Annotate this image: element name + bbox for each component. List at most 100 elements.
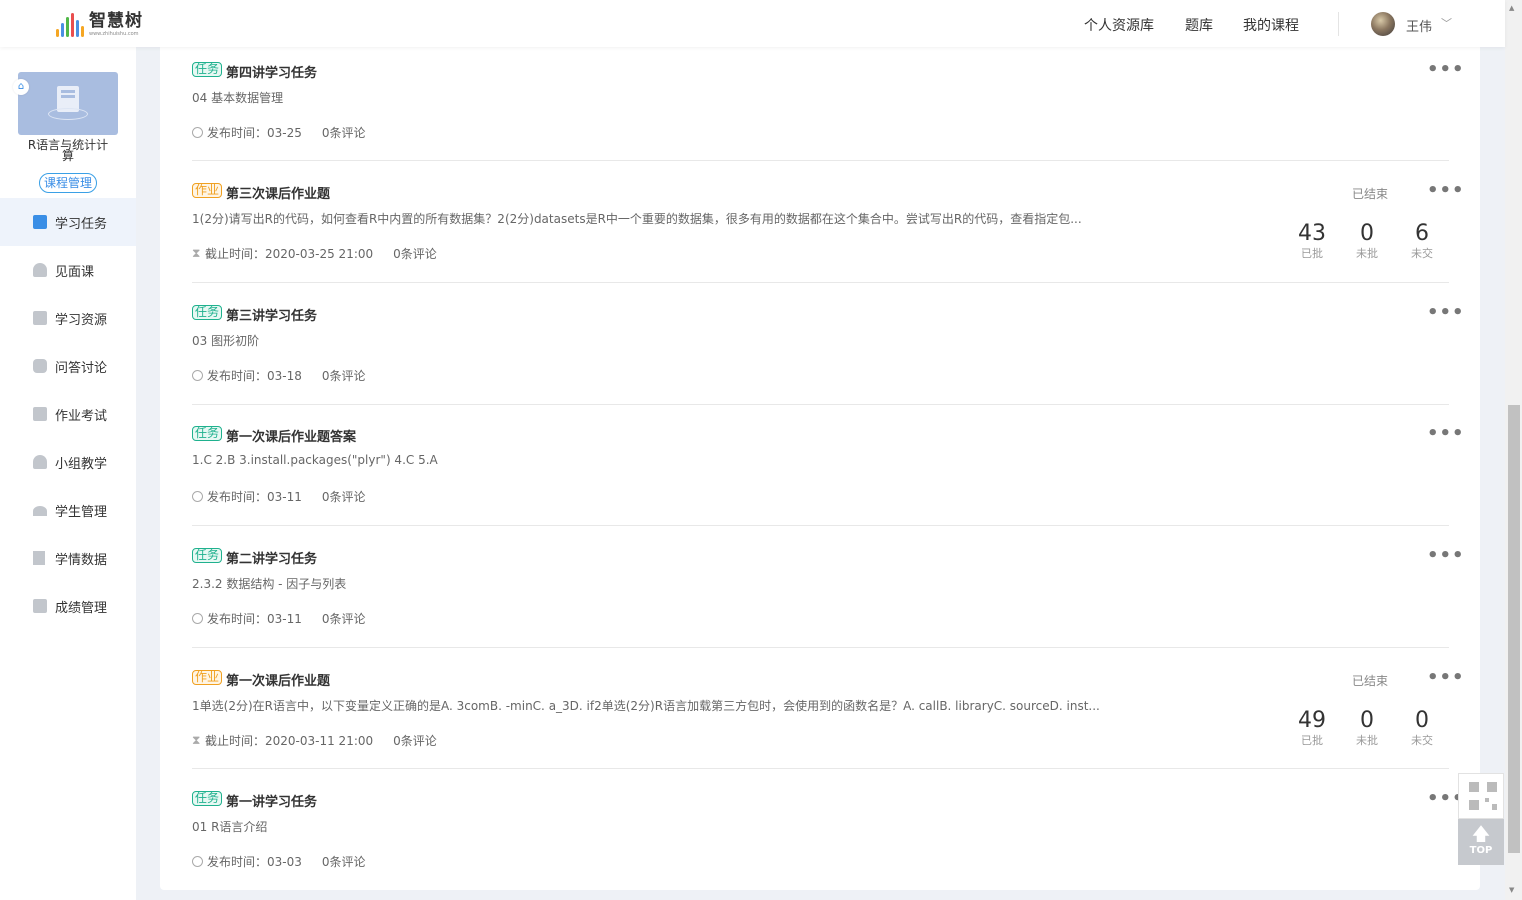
home-icon[interactable]: ⌂ [13,79,29,95]
sidebar-item-group-teaching[interactable]: 小组教学 [0,438,136,486]
sidebar-item-label: 问答讨论 [55,360,108,376]
stat-number: 6 [1415,221,1429,246]
stat-number: 49 [1298,708,1326,733]
divider [192,768,1449,769]
item-description: 04 基本数据管理 [192,91,284,105]
deadline-time: 截止时间：2020-03-25 21:00 [205,247,374,261]
nav-personal-resources[interactable]: 个人资源库 [1084,15,1154,35]
divider [192,647,1449,648]
scroll-down-arrow-icon[interactable]: ▼ [1509,886,1514,894]
back-to-top-button[interactable]: 🡅 TOP [1458,819,1504,865]
task-tag: 任务 [192,791,223,806]
sidebar-item-label: 学习任务 [55,216,108,232]
logo-url: www.zhihuishu.com [89,31,139,37]
item-title[interactable]: 第三讲学习任务 [226,305,317,324]
more-options-icon[interactable]: ••• [1427,545,1465,566]
stat-graded[interactable]: 43 已批 [1292,221,1332,261]
item-title[interactable]: 第四讲学习任务 [226,62,317,81]
sidebar-item-learning-tasks[interactable]: 学习任务 [0,198,136,246]
zhihuishu-logo[interactable]: 智慧树 www.zhihuishu.com [56,11,143,37]
divider [192,404,1449,405]
item-description: 03 图形初阶 [192,334,260,348]
sidebar-item-qa[interactable]: 问答讨论 [0,342,136,390]
sidebar-item-learning-data[interactable]: 学情数据 [0,534,136,582]
comments-count[interactable]: 0条评论 [322,853,366,870]
stat-unsubmitted[interactable]: 6 未交 [1402,221,1442,261]
user-name[interactable]: 王伟 [1406,16,1432,35]
item-title[interactable]: 第二讲学习任务 [226,548,317,567]
user-avatar[interactable] [1371,12,1395,36]
item-description: 1.C 2.B 3.install.packages("plyr") 4.C 5… [192,453,438,467]
sidebar-item-student-management[interactable]: 学生管理 [0,486,136,534]
hourglass-icon: ⧗ [192,246,201,260]
comments-count[interactable]: 0条评论 [322,124,366,141]
status-badge: 已结束 [1352,674,1389,688]
qr-code-icon [1469,782,1497,810]
sidebar-item-grade-management[interactable]: 成绩管理 [0,582,136,630]
comments-count[interactable]: 0条评论 [393,245,437,262]
item-title[interactable]: 第一讲学习任务 [226,791,317,810]
stat-ungraded[interactable]: 0 未批 [1347,708,1387,748]
arrow-up-icon: 🡅 [1471,824,1491,845]
stat-number: 0 [1360,221,1374,246]
top-header: 智慧树 www.zhihuishu.com 个人资源库 题库 我的课程 王伟 ﹀ [0,0,1505,47]
graduation-cap-icon [33,506,47,516]
sidebar-item-label: 小组教学 [55,456,108,472]
qr-code-button[interactable] [1458,773,1504,819]
sidebar-item-label: 学习资源 [55,312,108,328]
scroll-up-arrow-icon[interactable]: ▲ [1509,4,1514,12]
chevron-down-icon[interactable]: ﹀ [1441,15,1452,31]
divider [192,282,1449,283]
item-title[interactable]: 第一次课后作业题 [226,670,330,689]
stat-ungraded[interactable]: 0 未批 [1347,221,1387,261]
item-description: 1(2分)请写出R的代码，如何查看R中内置的所有数据集？2(2分)dataset… [192,212,1082,226]
comments-count[interactable]: 0条评论 [322,488,366,505]
clock-icon [192,613,203,624]
sidebar-item-label: 见面课 [55,264,95,280]
item-title[interactable]: 第一次课后作业题答案 [226,426,356,445]
publish-time: 发布时间：03-18 [207,369,302,383]
course-cover[interactable] [18,72,118,135]
stat-label: 未批 [1356,247,1378,260]
clock-icon [192,491,203,502]
deadline-time: 截止时间：2020-03-11 21:00 [205,734,374,748]
question-icon [33,359,47,373]
item-title[interactable]: 第三次课后作业题 [226,183,330,202]
logo-bars-icon [56,13,84,37]
publish-time: 发布时间：03-03 [207,855,302,869]
top-label: TOP [1469,845,1493,856]
comments-count[interactable]: 0条评论 [393,732,437,749]
task-tag: 任务 [192,305,223,320]
task-list-panel: 任务 第四讲学习任务 ••• 04 基本数据管理 发布时间：03-25 0条评论… [160,40,1480,890]
more-options-icon[interactable]: ••• [1427,667,1465,688]
sidebar-item-resources[interactable]: 学习资源 [0,294,136,342]
stat-graded[interactable]: 49 已批 [1292,708,1332,748]
divider [192,160,1449,161]
sidebar-item-homework-exam[interactable]: 作业考试 [0,390,136,438]
sidebar-item-live-class[interactable]: 见面课 [0,246,136,294]
stat-unsubmitted[interactable]: 0 未交 [1402,708,1442,748]
course-name: R语言与统计计算 [27,138,109,163]
nav-divider [1338,12,1339,36]
sidebar-item-label: 作业考试 [55,408,108,424]
task-tag: 任务 [192,426,223,441]
nav-my-courses[interactable]: 我的课程 [1243,15,1299,35]
more-options-icon[interactable]: ••• [1427,302,1465,323]
item-description: 1单选(2分)在R语言中，以下变量定义正确的是A. 3comB. -minC. … [192,699,1100,713]
comments-count[interactable]: 0条评论 [322,610,366,627]
status-badge: 已结束 [1352,187,1389,201]
more-options-icon[interactable]: ••• [1427,59,1465,80]
sidebar-item-label: 学生管理 [55,504,108,520]
more-options-icon[interactable]: ••• [1427,180,1465,201]
nav-question-bank[interactable]: 题库 [1185,15,1213,35]
book-icon [33,311,47,325]
clock-icon [192,370,203,381]
scrollbar-thumb[interactable] [1508,405,1520,853]
group-icon [33,455,47,469]
homework-tag: 作业 [192,670,223,685]
stat-label: 未交 [1411,734,1433,747]
comments-count[interactable]: 0条评论 [322,367,366,384]
publish-time: 发布时间：03-25 [207,126,302,140]
more-options-icon[interactable]: ••• [1427,423,1465,444]
course-manage-button[interactable]: 课程管理 [39,173,97,193]
